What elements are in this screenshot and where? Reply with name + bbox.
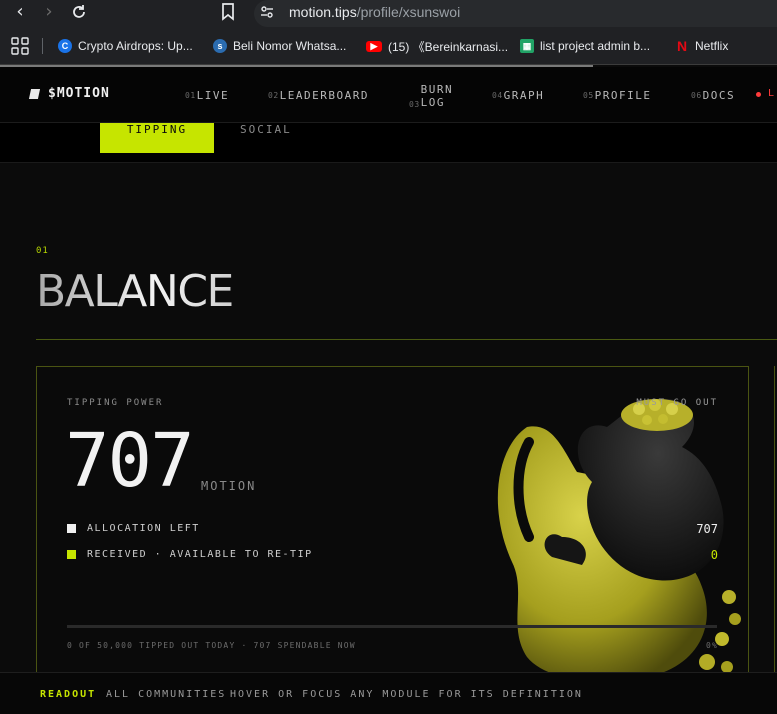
must-go-out-label: MUST GO OUT bbox=[636, 398, 718, 408]
site-settings-icon[interactable] bbox=[259, 4, 275, 20]
site-logo[interactable]: $MOTION bbox=[28, 86, 110, 101]
tab-tipping[interactable]: TIPPING bbox=[100, 123, 214, 153]
tipping-power-label: TIPPING POWER bbox=[67, 398, 164, 408]
section-divider bbox=[36, 339, 777, 340]
nav-graph[interactable]: 04 GRAPH bbox=[492, 89, 544, 102]
legend-swatch bbox=[67, 524, 76, 533]
tipping-power-unit: MOTION bbox=[201, 479, 257, 493]
bookmark-item[interactable]: ▦ list project admin b... bbox=[520, 37, 650, 55]
bookmark-item[interactable]: ▶ (15) 《Bereinkarnasi... bbox=[366, 37, 508, 55]
readout-scope[interactable]: ALL COMMUNITIES bbox=[106, 689, 226, 700]
section-number: 01 bbox=[36, 246, 49, 256]
tab-social[interactable]: SOCIAL bbox=[240, 123, 292, 137]
bookmark-item[interactable]: N Netflix bbox=[675, 37, 728, 55]
url-path: /profile/xsunswoi bbox=[356, 4, 461, 20]
bookmarks-separator bbox=[42, 38, 43, 54]
url-host: motion.tips bbox=[289, 4, 357, 20]
section-title: BALANCE bbox=[36, 266, 234, 317]
bookmark-item[interactable]: C Crypto Airdrops: Up... bbox=[58, 37, 193, 55]
nav-burn-log[interactable]: 03 BURN LOG bbox=[409, 83, 453, 109]
back-arrow-icon[interactable]: ‹ bbox=[8, 1, 32, 23]
bookmark-icon[interactable] bbox=[216, 1, 240, 23]
legend-swatch bbox=[67, 550, 76, 559]
live-indicator-dot-icon bbox=[756, 92, 761, 97]
nav-leaderboard[interactable]: 02 LEADERBOARD bbox=[268, 89, 369, 102]
netflix-favicon-icon: N bbox=[676, 38, 688, 54]
readout-hint: HOVER OR FOCUS ANY MODULE FOR ITS DEFINI… bbox=[230, 689, 583, 700]
nav-profile[interactable]: 05 PROFILE bbox=[583, 89, 652, 102]
url-text[interactable]: motion.tips/profile/xsunswoi bbox=[289, 2, 460, 22]
received-value: 0 bbox=[710, 548, 718, 562]
apps-grid-icon[interactable] bbox=[11, 37, 29, 55]
site-header: $MOTION 01 LIVE 02 LEADERBOARD 03 BURN LOG 0… bbox=[0, 67, 777, 123]
allocation-left-value: 707 bbox=[696, 522, 718, 536]
tipped-today-text: 0 OF 50,000 TIPPED OUT TODAY · 707 SPEND… bbox=[67, 641, 356, 650]
legend-allocation-left: ALLOCATION LEFT bbox=[67, 523, 200, 534]
tipped-percent: 0% bbox=[705, 641, 718, 650]
browser-toolbar: ‹ › motion.tips/profile/xsunswoi bbox=[0, 0, 777, 27]
nav-docs[interactable]: 06 DOCS bbox=[691, 89, 735, 102]
reload-icon[interactable] bbox=[67, 1, 91, 23]
water-drop-favicon-icon: s bbox=[213, 39, 227, 53]
tipping-power-value: 707 bbox=[65, 418, 195, 504]
nav-live[interactable]: 01 LIVE bbox=[185, 89, 229, 102]
youtube-favicon-icon: ▶ bbox=[366, 40, 382, 52]
live-indicator-label[interactable]: L bbox=[768, 88, 775, 99]
tipping-power-card[interactable]: TIPPING POWER MUST GO OUT 707 MOTION ALL… bbox=[36, 366, 749, 686]
forward-arrow-icon[interactable]: › bbox=[37, 1, 61, 23]
readout-label: READOUT bbox=[40, 689, 97, 700]
bookmark-item[interactable]: s Beli Nomor Whatsa... bbox=[213, 37, 346, 55]
bookmarks-bar: C Crypto Airdrops: Up... s Beli Nomor What… bbox=[0, 27, 777, 65]
tipped-progress-bar bbox=[67, 625, 717, 628]
profile-subtabs: TIPPING SOCIAL bbox=[0, 123, 777, 163]
legend-received: RECEIVED · AVAILABLE TO RE-TIP bbox=[67, 549, 313, 560]
readout-bar: READOUT ALL COMMUNITIES HOVER OR FOCUS A… bbox=[0, 672, 777, 714]
logo-mark-icon bbox=[28, 88, 41, 99]
sheet-favicon-icon: ▦ bbox=[520, 39, 534, 53]
coin-favicon-icon: C bbox=[58, 39, 72, 53]
